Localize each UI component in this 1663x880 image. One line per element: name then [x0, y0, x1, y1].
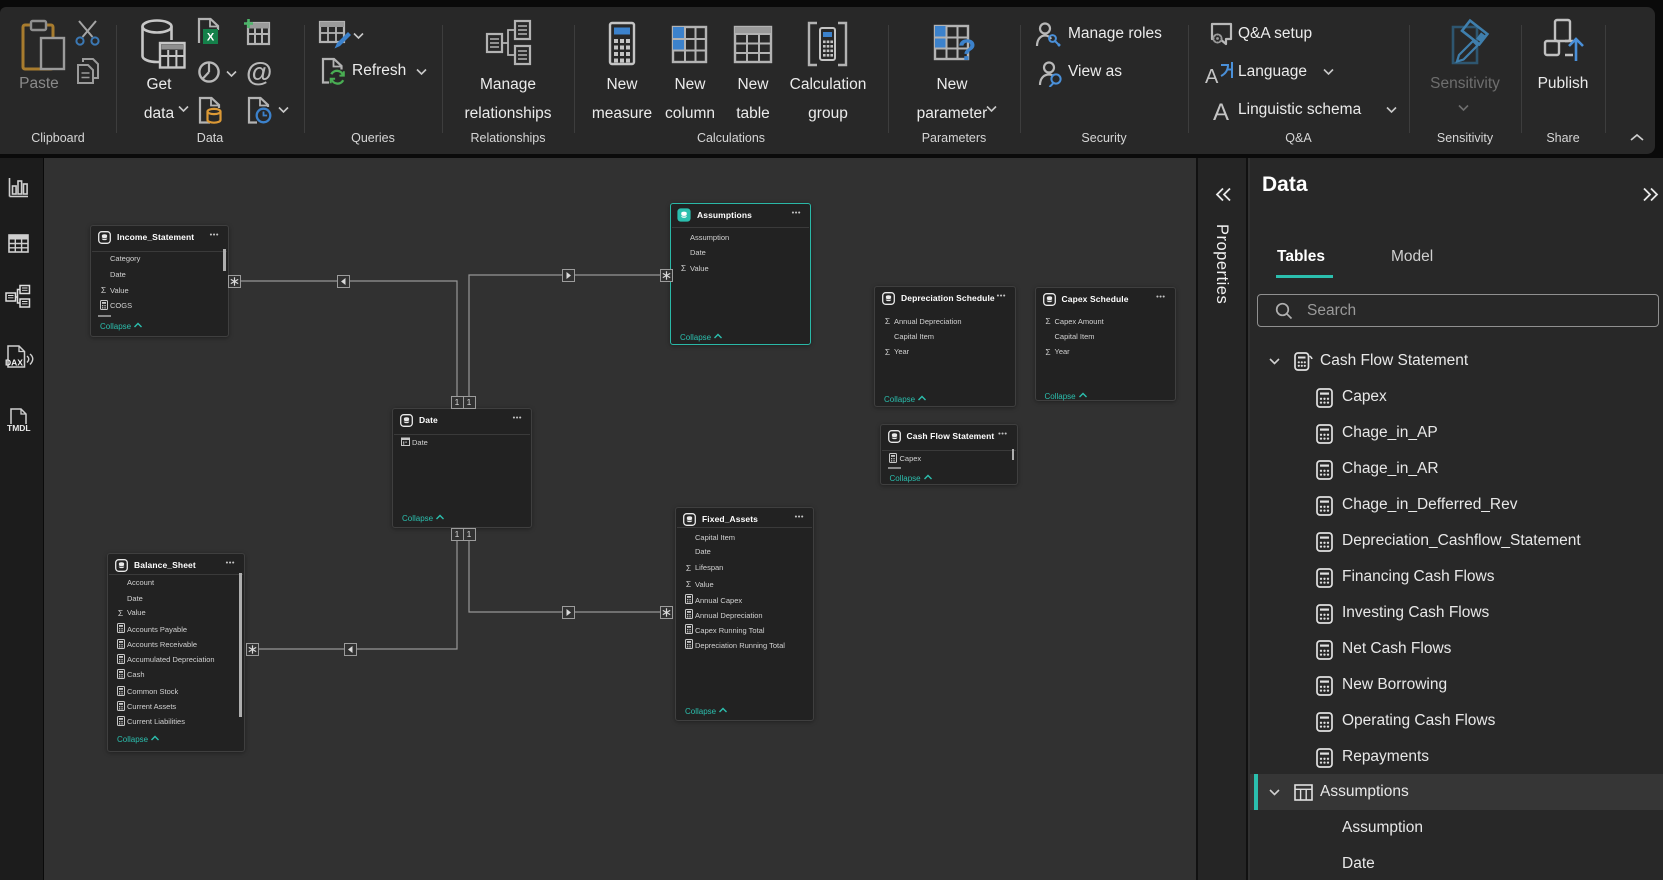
svg-text:A: A	[1213, 99, 1229, 124]
svg-text:?: ?	[958, 34, 976, 66]
svg-text:X: X	[207, 32, 215, 44]
svg-text:TMDL: TMDL	[7, 423, 31, 433]
svg-text:DAX: DAX	[5, 358, 23, 368]
svg-text:A: A	[1205, 66, 1219, 87]
